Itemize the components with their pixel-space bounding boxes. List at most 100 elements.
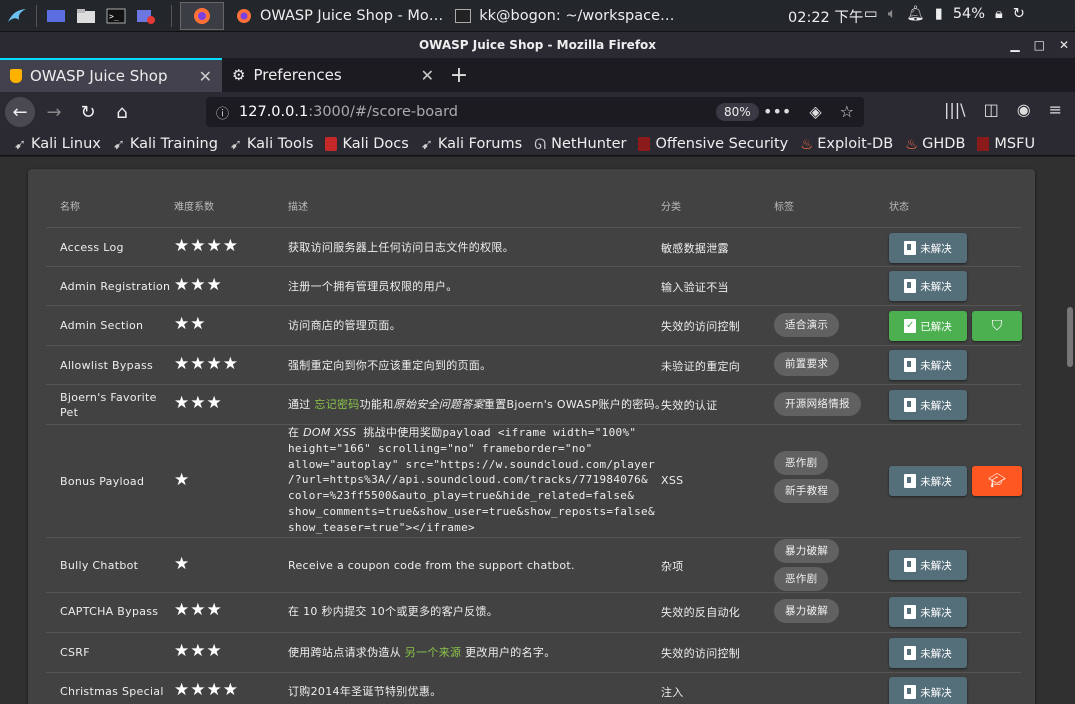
bookmark-kali-training[interactable]: ➹ Kali Training — [113, 136, 218, 153]
exploit-db-icon: ♨ — [800, 136, 814, 153]
tab-juice-shop[interactable]: OWASP Juice Shop ✕ — [0, 58, 222, 92]
page-scrollbar[interactable] — [1067, 307, 1073, 367]
challenge-description: 订购2014年圣诞节特别优惠。 — [288, 685, 442, 698]
status-button[interactable]: 未解决 — [889, 233, 967, 263]
account-icon[interactable]: ◉ — [1017, 100, 1031, 119]
status-button[interactable]: 未解决 — [889, 350, 967, 380]
challenge-name: Christmas Special — [60, 685, 164, 698]
maximize-icon[interactable]: □ — [1034, 32, 1045, 58]
bookmark-kali-docs[interactable]: Kali Docs — [325, 136, 409, 152]
tag-chip[interactable]: 暴力破解 — [774, 539, 840, 563]
status-button[interactable]: 未解决 — [889, 638, 967, 668]
minimize-icon[interactable]: ▁ — [1010, 32, 1019, 58]
difficulty-stars: ★★★★ — [174, 680, 239, 700]
status-button[interactable]: 未解决 — [889, 271, 967, 301]
display-icon[interactable]: ▭ — [864, 6, 878, 22]
challenge-category: 杂项 — [661, 560, 684, 573]
tutorial-button[interactable]: 🎓︎ — [972, 466, 1022, 496]
header-status[interactable]: 状态 — [889, 198, 909, 213]
tag-chip[interactable]: 新手教程 — [774, 479, 840, 503]
status-button[interactable]: ✓ 已解决 — [889, 311, 967, 341]
unsolved-icon — [904, 358, 917, 372]
header-difficulty[interactable]: 难度系数 — [174, 198, 214, 213]
bookmark-msfu[interactable]: MSFU — [977, 136, 1035, 152]
pocket-icon[interactable]: ◈ — [809, 102, 821, 121]
challenge-description: 通过 忘记密码功能和原始安全问题答案重置Bjoern's OWASP账户的密码。 — [288, 398, 667, 411]
kali-menu-icon[interactable] — [6, 6, 28, 26]
msfu-icon — [977, 136, 990, 151]
difficulty-stars: ★ — [174, 470, 191, 490]
status-button[interactable]: 未解决 — [889, 597, 967, 627]
status-button[interactable]: 未解决 — [889, 390, 967, 420]
url-text[interactable]: 127.0.0.1:3000/#/score-board — [239, 104, 458, 120]
header-description: 描述 — [288, 202, 308, 213]
battery-icon[interactable]: ▮ — [935, 6, 943, 22]
system-tray: ▭ 🔈︎ 🔔︎ ▮ 54% 🔒︎ ↻ — [864, 5, 1025, 23]
status-button[interactable]: 未解决 — [889, 550, 967, 580]
terminal-small-icon — [455, 8, 472, 23]
notification-bell-icon[interactable]: 🔔︎ — [906, 5, 924, 22]
lock-icon[interactable]: 🔒︎ — [995, 6, 1003, 22]
header-name[interactable]: 名称 — [60, 198, 80, 213]
tag-chip[interactable]: 适合演示 — [774, 313, 840, 337]
clock[interactable]: 02:22 下午 — [788, 6, 863, 27]
terminal-icon[interactable]: >_ — [105, 6, 127, 26]
tag-chip[interactable]: 开源网络情报 — [774, 392, 861, 416]
bookmark-kali-forums[interactable]: ➹ Kali Forums — [421, 136, 522, 153]
unsolved-icon — [904, 558, 917, 572]
bookmark-star-icon[interactable]: ☆ — [840, 102, 854, 121]
forgot-password-link[interactable]: 忘记密码 — [314, 398, 359, 411]
bookmark-kali-linux[interactable]: ➹ Kali Linux — [14, 136, 101, 153]
tab-bar: OWASP Juice Shop ✕ ⚙ Preferences ✕ + — [0, 58, 1075, 92]
bookmark-exploit-db[interactable]: ♨ Exploit-DB — [800, 136, 893, 153]
new-tab-button[interactable]: + — [444, 58, 474, 92]
taskbar-task-terminal[interactable]: kk@bogon: ~/workspace… — [449, 2, 680, 30]
tag-chip[interactable]: 前置要求 — [774, 352, 840, 376]
difficulty-stars: ★★★ — [174, 393, 223, 413]
zoom-indicator[interactable]: 80% — [716, 103, 759, 121]
refresh-icon[interactable]: ↻ — [1013, 6, 1025, 22]
menu-icon[interactable]: ≡ — [1049, 100, 1062, 119]
workspace-icon[interactable] — [45, 6, 67, 26]
page-actions-icon[interactable]: ••• — [763, 102, 791, 121]
file-manager-icon[interactable] — [75, 6, 97, 26]
window-title: OWASP Juice Shop - Mozilla Firefox — [418, 38, 657, 52]
tag-container: 暴力破解 — [774, 599, 840, 627]
challenge-description: 获取访问服务器上任何访问日志文件的权限。 — [288, 241, 514, 254]
header-category[interactable]: 分类 — [661, 198, 681, 213]
tab-preferences[interactable]: ⚙ Preferences ✕ — [222, 58, 444, 92]
close-tab-icon[interactable]: ✕ — [199, 67, 212, 86]
bookmark-nethunter[interactable]: ᘏ NetHunter — [534, 136, 626, 153]
status-button[interactable]: 未解决 — [889, 677, 967, 704]
navigation-bar: ← → ↻ ⌂ ⓘ 127.0.0.1:3000/#/score-board 8… — [0, 92, 1075, 132]
library-icon[interactable]: |||\ — [944, 100, 966, 119]
challenge-name: Access Log — [60, 241, 124, 254]
taskbar-task-firefox[interactable]: OWASP Juice Shop - Mo… — [230, 2, 449, 30]
graduation-cap-icon: 🎓︎ — [988, 473, 1006, 489]
forward-button[interactable]: → — [39, 97, 69, 127]
tag-chip[interactable]: 暴力破解 — [774, 599, 840, 623]
tag-chip[interactable]: 恶作剧 — [774, 451, 829, 475]
home-button[interactable]: ⌂ — [107, 97, 137, 127]
url-bar[interactable]: ⓘ 127.0.0.1:3000/#/score-board 80% ••• ◈… — [206, 97, 864, 127]
hint-button[interactable]: ⛉ — [972, 311, 1022, 341]
volume-icon[interactable]: 🔈︎ — [888, 6, 897, 22]
unsolved-icon — [904, 646, 917, 660]
reload-button[interactable]: ↻ — [73, 97, 103, 127]
close-tab-icon[interactable]: ✕ — [421, 66, 434, 85]
nethunter-icon: ᘏ — [534, 136, 547, 153]
back-button[interactable]: ← — [5, 97, 35, 127]
bookmark-kali-tools[interactable]: ➹ Kali Tools — [230, 136, 314, 153]
sidebar-icon[interactable]: ◫ — [984, 100, 999, 119]
tag-chip[interactable]: 恶作剧 — [774, 567, 829, 591]
table-row: Bonus Payload ★ 在 DOM XSS 挑战中使用奖励payload… — [46, 425, 1022, 538]
site-info-icon[interactable]: ⓘ — [216, 103, 229, 122]
another-origin-link[interactable]: 另一个来源 — [405, 646, 462, 659]
taskbar-separator — [36, 4, 37, 27]
status-button[interactable]: 未解决 — [889, 466, 967, 496]
close-window-icon[interactable]: ✕ — [1059, 32, 1069, 58]
bookmark-offensive-security[interactable]: Offensive Security — [638, 136, 788, 152]
bookmark-ghdb[interactable]: ♨ GHDB — [905, 136, 965, 153]
firefox-active-icon[interactable] — [180, 1, 224, 30]
screen-recorder-icon[interactable] — [135, 6, 157, 26]
